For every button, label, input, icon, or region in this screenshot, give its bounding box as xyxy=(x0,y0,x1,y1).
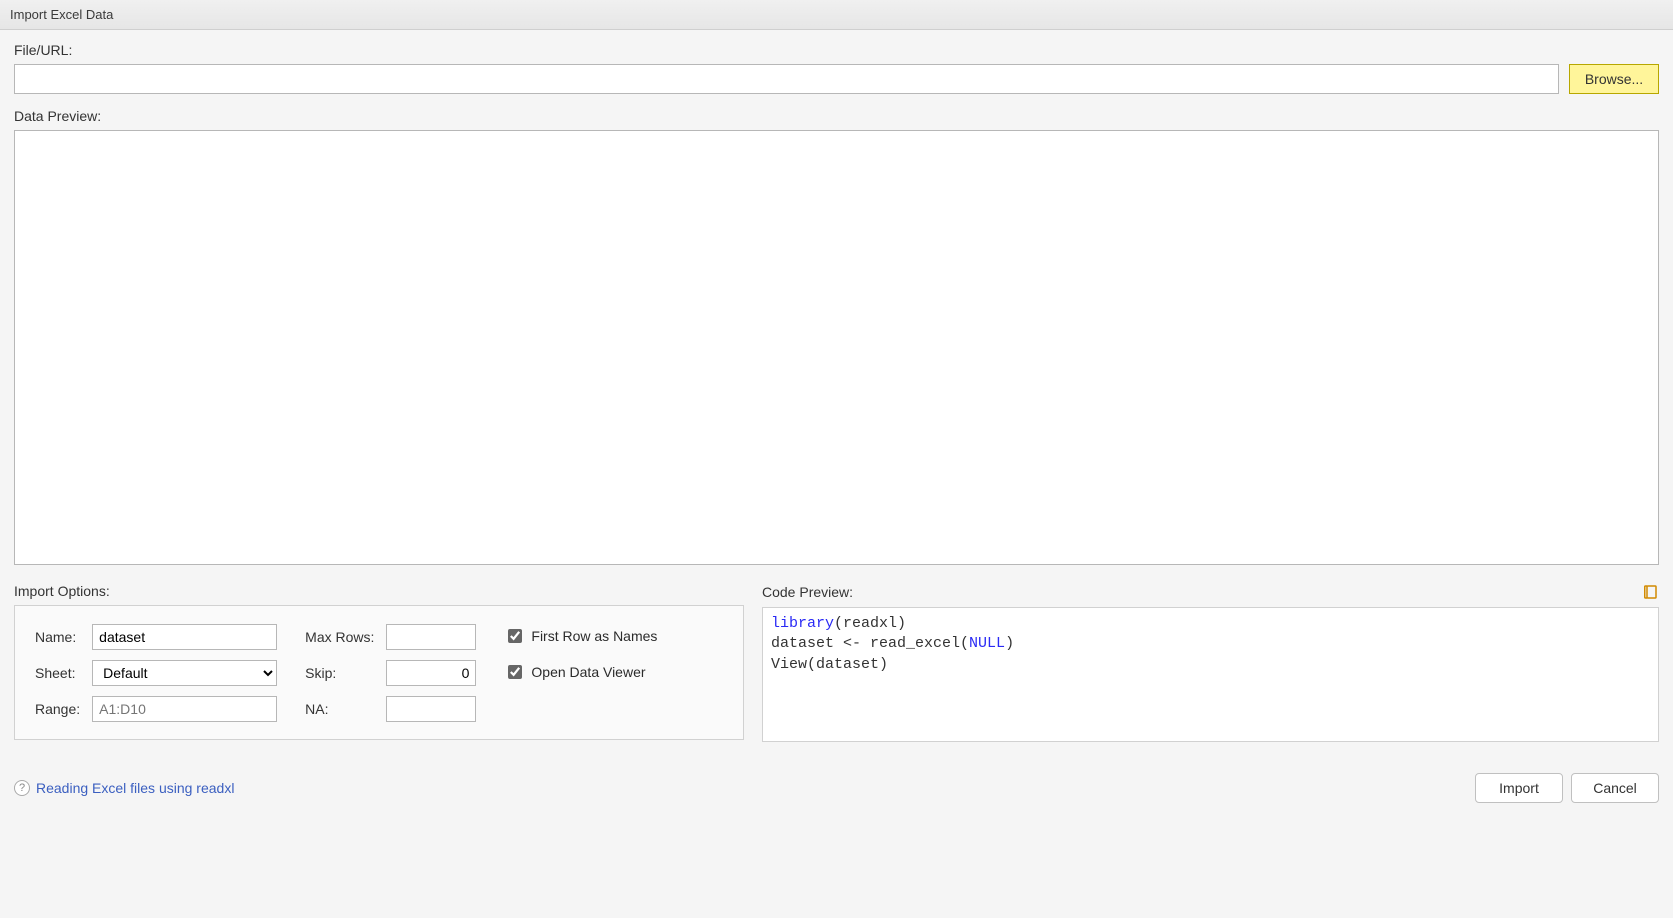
code-text: View(dataset) xyxy=(771,656,888,673)
sheet-label: Sheet: xyxy=(35,665,80,681)
first-row-checkbox-row[interactable]: First Row as Names xyxy=(504,626,657,646)
import-options-panel: Name: Sheet: Default Range: Max Rows: Sk… xyxy=(14,605,744,740)
file-url-input[interactable] xyxy=(14,64,1559,94)
skip-label: Skip: xyxy=(305,665,374,681)
code-preview-label: Code Preview: xyxy=(762,584,853,600)
browse-button[interactable]: Browse... xyxy=(1569,64,1659,94)
open-viewer-label: Open Data Viewer xyxy=(531,664,645,680)
skip-input[interactable] xyxy=(386,660,476,686)
data-preview-label: Data Preview: xyxy=(14,108,1659,124)
open-viewer-checkbox-row[interactable]: Open Data Viewer xyxy=(504,662,657,682)
maxrows-label: Max Rows: xyxy=(305,629,374,645)
first-row-checkbox[interactable] xyxy=(508,629,522,643)
code-kw-library: library xyxy=(771,615,834,632)
sheet-select[interactable]: Default xyxy=(92,660,277,686)
code-preview-area: library(readxl) dataset <- read_excel(NU… xyxy=(762,607,1659,742)
first-row-label: First Row as Names xyxy=(531,628,657,644)
data-preview-area xyxy=(14,130,1659,565)
na-label: NA: xyxy=(305,701,374,717)
cancel-button[interactable]: Cancel xyxy=(1571,773,1659,803)
help-icon: ? xyxy=(14,780,30,796)
code-text: ) xyxy=(1005,635,1014,652)
clipboard-icon[interactable] xyxy=(1641,583,1659,601)
help-link[interactable]: Reading Excel files using readxl xyxy=(36,780,234,796)
range-input[interactable] xyxy=(92,696,277,722)
name-input[interactable] xyxy=(92,624,277,650)
code-text: (readxl) xyxy=(834,615,906,632)
code-null: NULL xyxy=(969,635,1005,652)
window-title: Import Excel Data xyxy=(0,0,1673,30)
import-button[interactable]: Import xyxy=(1475,773,1563,803)
range-label: Range: xyxy=(35,701,80,717)
maxrows-input[interactable] xyxy=(386,624,476,650)
file-url-label: File/URL: xyxy=(14,42,1659,58)
na-input[interactable] xyxy=(386,696,476,722)
name-label: Name: xyxy=(35,629,80,645)
help-link-row: ? Reading Excel files using readxl xyxy=(14,780,234,796)
open-viewer-checkbox[interactable] xyxy=(508,665,522,679)
import-options-label: Import Options: xyxy=(14,583,110,599)
code-text: dataset <- read_excel( xyxy=(771,635,969,652)
